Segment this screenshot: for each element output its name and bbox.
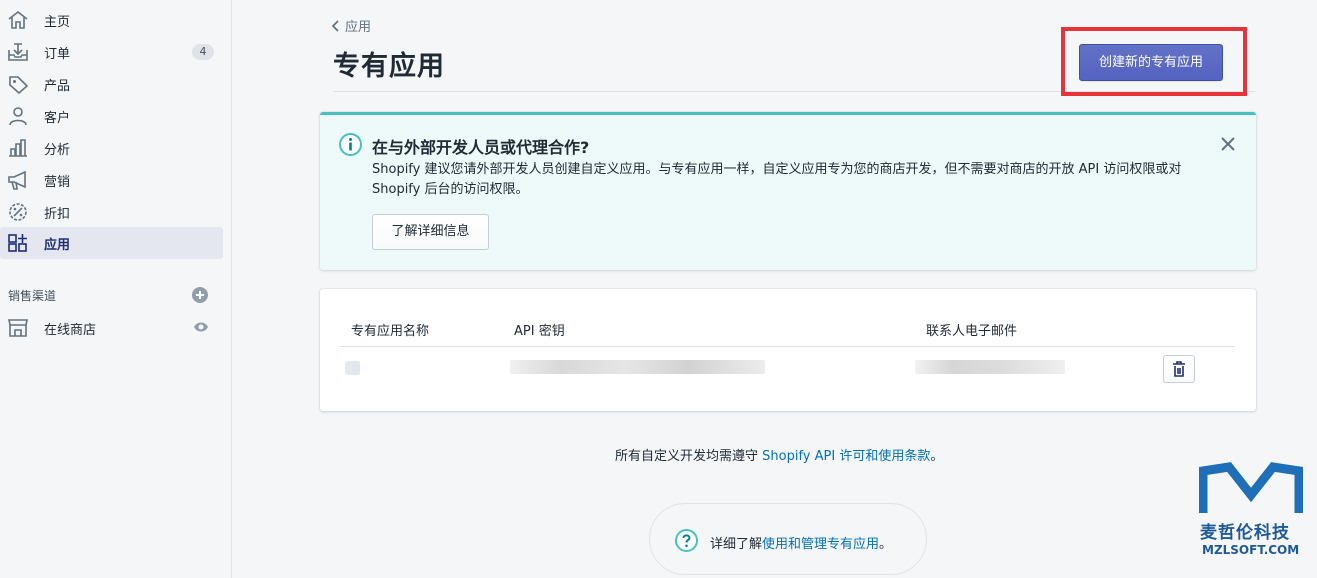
- watermark-en: MZLSOFT.COM: [1202, 543, 1300, 557]
- create-private-app-button[interactable]: 创建新的专有应用: [1079, 44, 1223, 81]
- sidebar-item-analytics[interactable]: 分析: [0, 132, 223, 164]
- sidebar-item-online-store[interactable]: 在线商店: [0, 312, 223, 344]
- home-icon: [7, 10, 29, 30]
- mzlsoft-logo-icon: [1199, 462, 1303, 513]
- learn-more-button[interactable]: 了解详细信息: [372, 214, 489, 250]
- table-divider: [340, 346, 1235, 347]
- close-icon[interactable]: [1221, 137, 1235, 151]
- sales-channels-title: 销售渠道: [8, 289, 57, 303]
- sidebar-item-label: 主页: [44, 14, 71, 30]
- sidebar-item-label: 分析: [44, 142, 71, 158]
- sidebar: 主页 订单 4 产品 客户 分析 营销 折扣 应用 销售渠道 在线商店: [0, 0, 232, 578]
- sidebar-item-home[interactable]: 主页: [0, 4, 223, 36]
- private-apps-table: 专有应用名称 API 密钥 联系人电子邮件: [320, 289, 1256, 411]
- chevron-left-icon: [331, 19, 339, 32]
- person-icon: [7, 106, 29, 126]
- terms-suffix: 。: [930, 449, 944, 464]
- column-header-contact-email: 联系人电子邮件: [926, 324, 1018, 339]
- apps-icon: [7, 233, 29, 253]
- sidebar-item-label: 订单: [44, 46, 71, 62]
- info-icon: [339, 133, 362, 156]
- sidebar-item-discounts[interactable]: 折扣: [0, 196, 223, 228]
- sidebar-item-orders[interactable]: 订单 4: [0, 36, 223, 68]
- sidebar-item-label: 折扣: [44, 206, 71, 222]
- store-icon: [7, 318, 29, 338]
- delete-app-button[interactable]: [1163, 355, 1195, 383]
- watermark-cn: 麦哲伦科技: [1200, 523, 1290, 543]
- question-icon: [675, 529, 698, 552]
- trash-icon: [1173, 361, 1185, 377]
- add-channel-icon[interactable]: [192, 287, 208, 303]
- help-prefix: 详细了解: [710, 537, 763, 552]
- sidebar-item-label: 客户: [44, 110, 71, 126]
- breadcrumb[interactable]: 应用: [331, 16, 371, 35]
- sidebar-item-label: 在线商店: [44, 322, 97, 338]
- banner-title: 在与外部开发人员或代理合作?: [372, 138, 590, 157]
- orders-count-badge: 4: [192, 44, 214, 60]
- column-header-app-name: 专有应用名称: [351, 324, 430, 339]
- banner-text: Shopify 建议您请外部开发人员创建自定义应用。与专有应用一样，自定义应用专…: [372, 162, 1182, 197]
- discount-icon: [7, 202, 29, 222]
- breadcrumb-label: 应用: [345, 20, 372, 35]
- app-name-link[interactable]: [345, 361, 360, 375]
- analytics-icon: [7, 138, 29, 158]
- sidebar-item-label: 产品: [44, 78, 71, 94]
- megaphone-icon: [7, 170, 29, 190]
- sidebar-item-apps[interactable]: 应用: [0, 227, 223, 259]
- orders-icon: [7, 42, 29, 62]
- sidebar-item-marketing[interactable]: 营销: [0, 164, 223, 196]
- eye-icon[interactable]: [193, 321, 209, 333]
- sidebar-item-label: 营销: [44, 174, 71, 190]
- terms-prefix: 所有自定义开发均需遵守: [615, 449, 763, 464]
- sidebar-item-customers[interactable]: 客户: [0, 100, 223, 132]
- api-key-value: [510, 360, 765, 374]
- page-title: 专有应用: [333, 51, 445, 82]
- tag-icon: [7, 74, 29, 94]
- help-footer: 详细了解使用和管理专有应用。: [649, 503, 927, 575]
- column-header-api-key: API 密钥: [514, 324, 565, 339]
- sidebar-item-label: 应用: [44, 237, 71, 253]
- info-banner: 在与外部开发人员或代理合作? Shopify 建议您请外部开发人员创建自定义应用…: [320, 112, 1256, 270]
- sidebar-item-products[interactable]: 产品: [0, 68, 223, 100]
- contact-email-value: [915, 360, 1065, 374]
- manage-private-apps-link[interactable]: 使用和管理专有应用: [762, 537, 879, 552]
- api-terms-link[interactable]: Shopify API 许可和使用条款: [762, 449, 930, 464]
- help-suffix: 。: [879, 537, 893, 552]
